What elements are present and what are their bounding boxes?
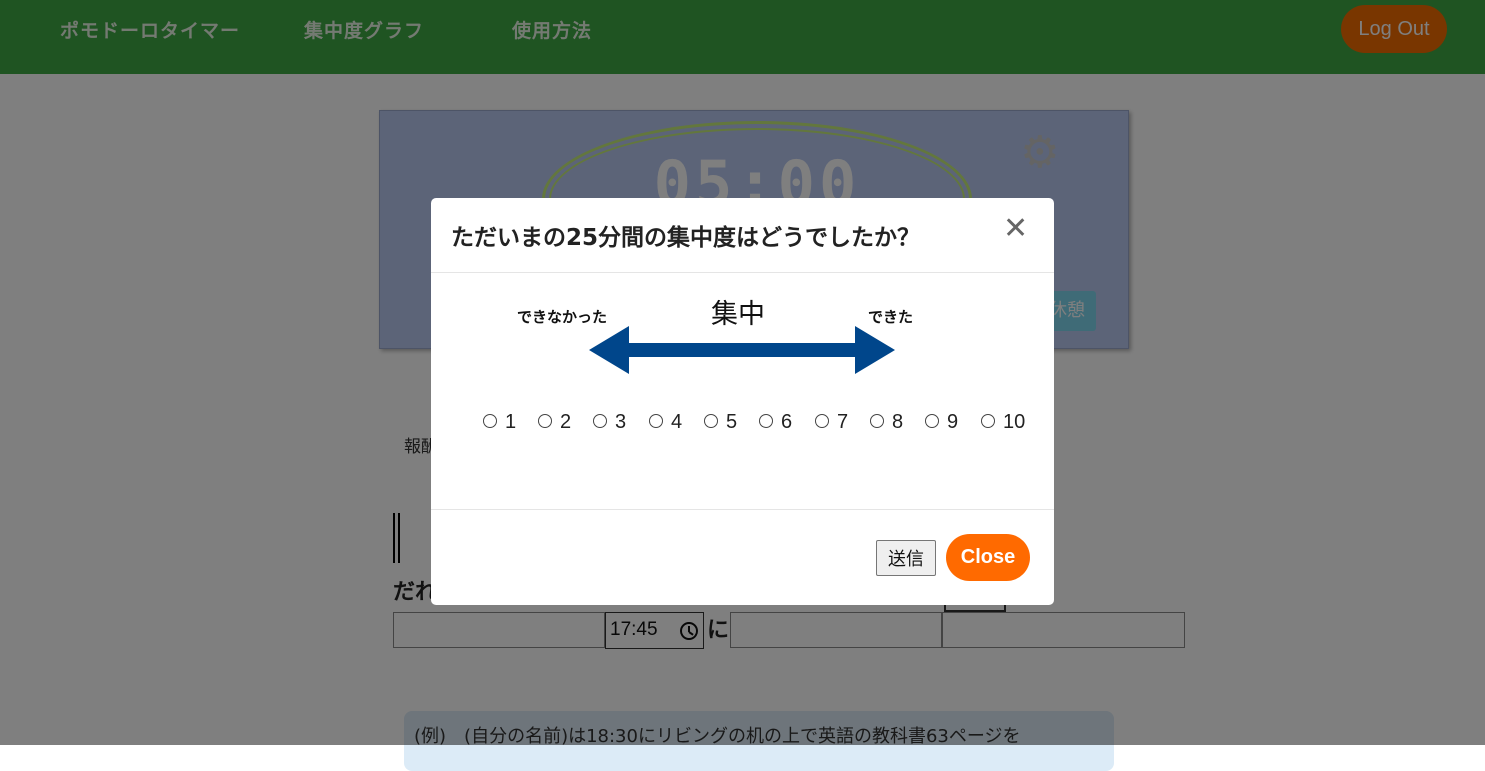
close-icon[interactable]: ✕ xyxy=(1003,214,1028,244)
radio-button[interactable] xyxy=(815,414,829,428)
rating-option-label: 1 xyxy=(505,411,517,433)
radio-button[interactable] xyxy=(981,414,995,428)
rating-option-label: 8 xyxy=(892,411,904,433)
modal-footer: 送信 Close xyxy=(431,509,1054,605)
modal-header: ただいまの25分間の集中度はどうでしたか？ ✕ xyxy=(431,198,1054,273)
double-arrow-icon xyxy=(589,326,895,374)
radio-button[interactable] xyxy=(649,414,663,428)
scale-high-label: できた xyxy=(868,308,914,326)
radio-button[interactable] xyxy=(538,414,552,428)
rating-option-label: 10 xyxy=(1003,411,1026,433)
radio-button[interactable] xyxy=(593,414,607,428)
rating-option-label: 3 xyxy=(615,411,627,433)
rating-option-label: 2 xyxy=(560,411,572,433)
radio-button[interactable] xyxy=(925,414,939,428)
focus-scale-figure: できなかった 集中 できた xyxy=(515,292,935,382)
rating-option-label: 4 xyxy=(671,411,683,433)
submit-button[interactable]: 送信 xyxy=(876,540,936,576)
scale-low-label: できなかった xyxy=(517,308,608,326)
radio-button[interactable] xyxy=(704,414,718,428)
radio-button[interactable] xyxy=(759,414,773,428)
rating-option-label: 9 xyxy=(947,411,959,433)
focus-rating-modal: ただいまの25分間の集中度はどうでしたか？ ✕ できなかった 集中 できた 1 … xyxy=(431,198,1054,605)
rating-option-label: 5 xyxy=(726,411,738,433)
radio-button[interactable] xyxy=(483,414,497,428)
rating-option-label: 6 xyxy=(781,411,793,433)
rating-option-label: 7 xyxy=(837,411,849,433)
radio-button[interactable] xyxy=(870,414,884,428)
modal-title: ただいまの25分間の集中度はどうでしたか？ xyxy=(451,225,921,251)
close-button[interactable]: Close xyxy=(946,534,1030,581)
